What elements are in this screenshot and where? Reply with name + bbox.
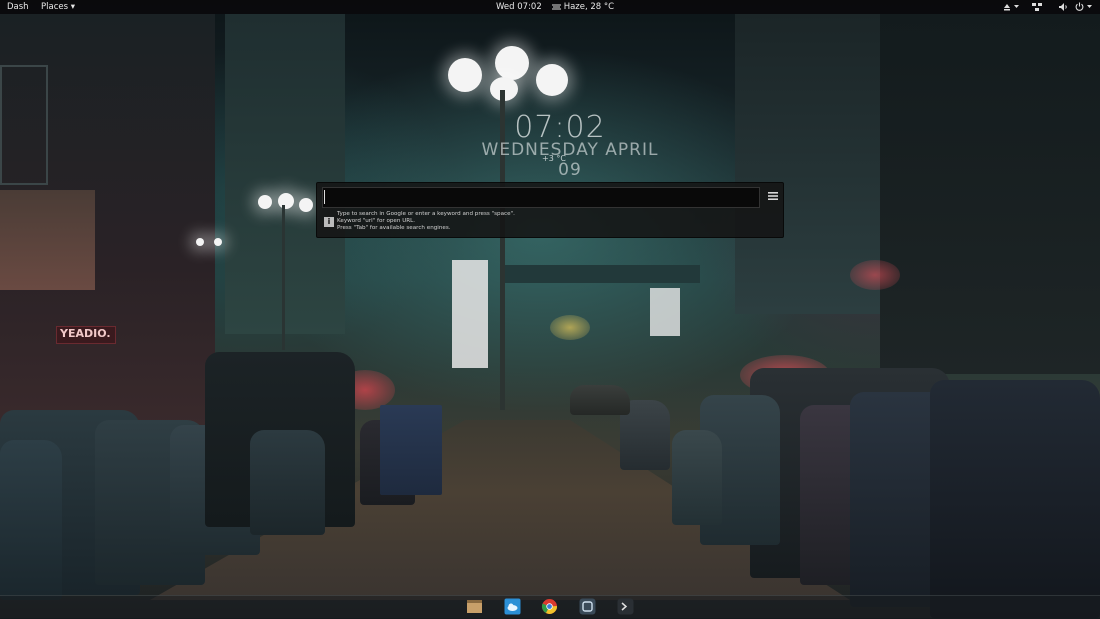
datetime-indicator[interactable]: Wed 07:02: [496, 0, 542, 14]
power-indicator[interactable]: [1075, 0, 1092, 14]
search-input[interactable]: [322, 187, 760, 208]
parked-car: [570, 385, 630, 415]
billboard: [452, 260, 488, 368]
weather-indicator[interactable]: Haze, 28 °C: [552, 0, 614, 14]
eject-icon: [1004, 3, 1010, 10]
network-icon: [1032, 2, 1042, 11]
info-icon: i: [324, 217, 334, 227]
streetlamp-globe: [495, 46, 529, 80]
weather-icon: [504, 598, 521, 615]
chevron-down-icon: [1013, 5, 1019, 8]
building-left-window: [0, 65, 48, 185]
chrome-icon: [541, 599, 558, 614]
clock-temperature: +3 °C: [542, 154, 566, 163]
dock-chrome-launcher[interactable]: [541, 598, 558, 615]
streetlamp-globe: [258, 195, 272, 209]
search-hint-line: Press "Tab" for available search engines…: [337, 225, 451, 231]
places-menu[interactable]: Places ▾: [41, 0, 75, 14]
volume-indicator[interactable]: [1059, 0, 1069, 14]
top-panel: Dash Places ▾ Wed 07:02 Haze, 28 °C: [0, 0, 1100, 14]
dock: [0, 595, 1100, 619]
bridge: [500, 265, 700, 283]
terminal-icon: [617, 598, 634, 615]
text-caret: [324, 190, 325, 204]
volume-icon: [1059, 2, 1067, 11]
weather-haze-icon: [552, 4, 561, 10]
dock-files-launcher[interactable]: [466, 598, 483, 615]
yellow-light-glow: [550, 315, 590, 340]
building-center-left: [225, 14, 345, 334]
red-light-glow: [850, 260, 900, 290]
streetlamp-pole: [282, 205, 285, 350]
search-hint-line: Keyword "url" for open URL.: [337, 218, 416, 224]
weather-text: Haze, 28 °C: [563, 2, 615, 12]
power-icon: [1075, 2, 1084, 11]
billboard: [650, 288, 680, 336]
desktop-wallpaper: YEADIO.: [0, 0, 1100, 618]
search-hint-line: Type to search in Google or enter a keyw…: [337, 211, 515, 217]
shop-sign-text: YEADIO.: [60, 327, 111, 340]
streetlamp-globe: [214, 238, 222, 246]
dock-terminal-launcher[interactable]: [617, 598, 634, 615]
dash-button[interactable]: Dash: [7, 0, 29, 14]
parked-car: [250, 430, 325, 535]
network-indicator[interactable]: [1032, 0, 1042, 14]
building-far-right: [880, 14, 1100, 374]
parked-car: [672, 430, 722, 525]
streetlamp-globe: [278, 193, 294, 209]
streetlamp-globe: [196, 238, 204, 246]
dock-weather-launcher[interactable]: [504, 598, 521, 615]
search-widget: i Type to search in Google or enter a ke…: [316, 182, 784, 238]
files-icon: [467, 600, 482, 613]
eject-indicator[interactable]: [1003, 0, 1019, 14]
parked-car: [0, 440, 62, 600]
dock-settings-launcher[interactable]: [579, 598, 596, 615]
parked-car: [930, 380, 1100, 618]
streetlamp-globe: [536, 64, 568, 96]
truck: [380, 405, 442, 495]
building-left-balcony: [0, 190, 95, 290]
chevron-down-icon: [1086, 5, 1092, 8]
streetlamp-globe: [299, 198, 313, 212]
settings-icon: [579, 598, 596, 615]
clock-date: WEDNESDAY APRIL 09: [481, 140, 659, 180]
menu-icon[interactable]: [767, 190, 779, 202]
streetlamp-globe: [448, 58, 482, 92]
